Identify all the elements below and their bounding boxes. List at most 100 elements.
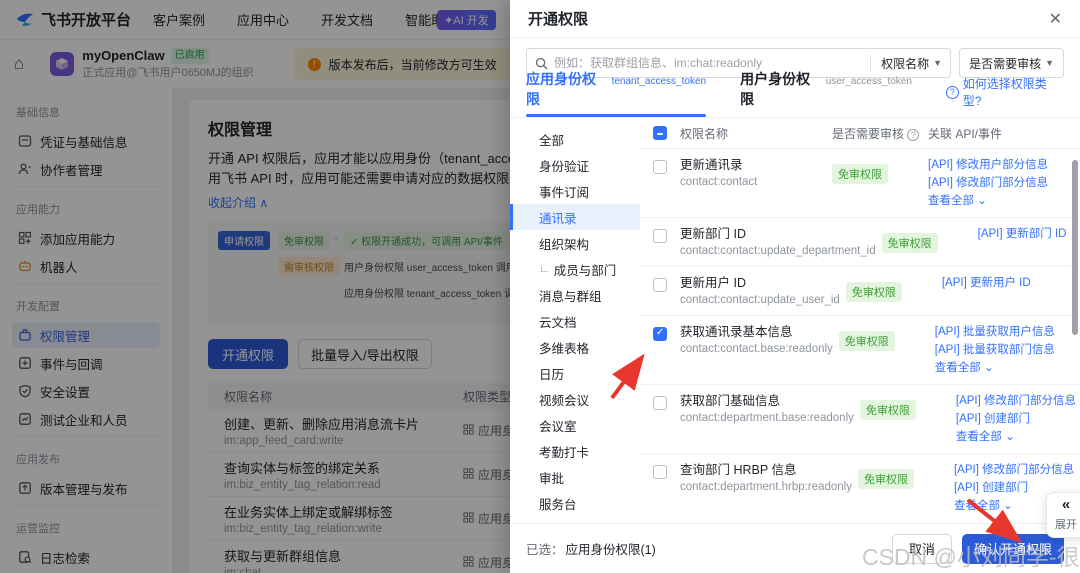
row-checkbox[interactable] — [653, 229, 667, 243]
expand-label: 展开 — [1055, 519, 1077, 531]
api-link[interactable]: [API] 更新部门 ID — [978, 225, 1080, 243]
permission-row: 更新部门 ID contact:contact:update_department… — [640, 217, 1080, 266]
review-cell: 免审权限 — [859, 392, 956, 446]
open-permission-modal: 开通权限 ✕ 权限名称 ▼ 是否需要审核 ▼ 应用身份权限tenant — [510, 0, 1080, 573]
category-label: 事件订阅 — [539, 185, 590, 200]
permission-row: 查询部门 HRBP 信息 contact:department.hrbp:read… — [640, 453, 1080, 522]
api-link[interactable]: [API] 更新用户 ID — [942, 274, 1080, 292]
api-link[interactable]: [API] 批量获取用户信息 — [935, 323, 1080, 341]
row-checkbox[interactable] — [653, 278, 667, 292]
expand-panel-widget[interactable]: « 展开 — [1046, 492, 1080, 538]
category-item-云文档[interactable]: 云文档 — [510, 308, 640, 334]
close-icon[interactable]: ✕ — [1049, 9, 1062, 29]
help-link-label: 如何选择权限类型? — [962, 77, 1047, 108]
api-link[interactable]: [API] 创建部门 — [956, 410, 1080, 428]
api-link[interactable]: [API] 修改部门部分信息 — [928, 174, 1080, 192]
category-label: 成员与部门 — [553, 263, 617, 278]
scrollbar-thumb[interactable] — [1072, 160, 1078, 335]
checkbox-cell — [640, 156, 680, 210]
selected-label: 已选： — [526, 543, 564, 557]
info-icon[interactable]: ? — [907, 128, 920, 141]
review-badge: 免审权限 — [845, 282, 902, 302]
confirm-open-button[interactable]: 确认开通权限 — [961, 533, 1064, 564]
help-link[interactable]: ? 如何选择权限类型? — [945, 75, 1064, 117]
category-item-成员与部门[interactable]: ∟ 成员与部门 — [510, 256, 640, 282]
checkbox-cell — [640, 323, 680, 377]
category-item-视频会议[interactable]: 视频会议 — [510, 386, 640, 412]
category-label: 多维表格 — [539, 341, 590, 356]
permission-name-cell: 查询部门 HRBP 信息 contact:department.hrbp:read… — [680, 461, 858, 515]
tab-token: user_access_token — [825, 76, 912, 87]
review-filter-dropdown[interactable]: 是否需要审核 ▼ — [959, 48, 1064, 78]
modal-tabs: 应用身份权限 tenant_access_token 用户身份权限 user_acce… — [510, 71, 1080, 118]
api-link[interactable]: [API] 修改部门部分信息 — [956, 392, 1080, 410]
checkbox-cell — [640, 225, 680, 259]
permission-name-cell: 更新部门 ID contact:contact:update_department… — [680, 225, 882, 259]
question-circle-icon: ? — [945, 85, 959, 99]
tab-token: tenant_access_token — [611, 76, 707, 87]
review-cell: 免审权限 — [845, 274, 942, 308]
row-checkbox[interactable] — [653, 160, 667, 174]
permission-name: 更新用户 ID — [680, 276, 746, 290]
sub-branch-mark: ∟ — [539, 263, 550, 275]
category-label: 考勤打卡 — [539, 445, 590, 460]
review-cell: 免审权限 — [881, 225, 978, 259]
category-item-消息与群组[interactable]: 消息与群组 — [510, 282, 640, 308]
api-link[interactable]: [API] 修改部门部分信息 — [954, 461, 1080, 479]
category-item-身份验证[interactable]: 身份验证 — [510, 152, 640, 178]
permission-name: 获取部门基础信息 — [680, 394, 781, 408]
category-item-审批[interactable]: 审批 — [510, 464, 640, 490]
tab-label: 应用身份权限 — [526, 71, 596, 107]
permission-name-cell: 获取通讯录基本信息 contact:contact.base:readonly — [680, 323, 839, 377]
double-chevron-left-icon: « — [1061, 496, 1071, 513]
view-all-link[interactable]: 查看全部 ⌄ — [935, 359, 1080, 377]
permission-name-cell: 更新用户 ID contact:contact:update_user_id — [680, 274, 846, 308]
category-item-组织架构[interactable]: 组织架构 — [510, 230, 640, 256]
permission-row: 获取通讯录基本信息 contact:contact.base:readonly 免审… — [640, 315, 1080, 384]
row-checkbox[interactable] — [653, 327, 667, 341]
review-cell: 免审权限 — [857, 461, 954, 515]
select-all-checkbox[interactable] — [653, 126, 667, 140]
modal-body: 全部 身份验证 事件订阅 通讯录 组织架构 ∟ 成员与部门 消息与群组 云文档 多维表格 日历 视频会… — [510, 118, 1080, 529]
review-badge: 免审权限 — [832, 164, 888, 184]
column-api-events: 关联 API/事件 — [928, 125, 1080, 142]
permission-name: 更新部门 ID — [680, 227, 746, 241]
column-permission-name-label: 权限名称 — [680, 126, 729, 141]
search-input[interactable] — [554, 56, 865, 70]
checkbox-cell — [640, 274, 680, 308]
review-badge: 免审权限 — [881, 233, 938, 253]
column-review-label: 是否需要审核 — [832, 126, 905, 141]
category-item-全部[interactable]: 全部 — [510, 126, 640, 152]
category-item-多维表格[interactable]: 多维表格 — [510, 334, 640, 360]
modal-header: 开通权限 ✕ — [510, 0, 1080, 38]
row-checkbox[interactable] — [653, 465, 667, 479]
modal-scrollbar[interactable] — [1072, 152, 1078, 525]
category-item-日历[interactable]: 日历 — [510, 360, 640, 386]
view-all-link[interactable]: 查看全部 ⌄ — [956, 428, 1080, 446]
category-item-事件订阅[interactable]: 事件订阅 — [510, 178, 640, 204]
category-item-会议室[interactable]: 会议室 — [510, 412, 640, 438]
api-link[interactable]: [API] 修改用户部分信息 — [928, 156, 1080, 174]
api-links-cell: [API] 更新部门 ID — [978, 225, 1080, 259]
api-links-cell: [API] 修改用户部分信息 [API] 修改部门部分信息 查看全部 ⌄ — [928, 156, 1080, 210]
column-review: 是否需要审核 ? — [832, 125, 928, 142]
chevron-down-icon: ▼ — [1045, 58, 1054, 68]
category-item-考勤打卡[interactable]: 考勤打卡 — [510, 438, 640, 464]
row-checkbox[interactable] — [653, 396, 667, 410]
page: 飞书开放平台 客户案例 应用中心 开发文档 智能助手 ✦AI 开发 ⌂ myOpenC… — [0, 0, 1080, 573]
cancel-button[interactable]: 取消 — [891, 533, 952, 564]
category-item-服务台[interactable]: 服务台 — [510, 490, 640, 516]
review-badge: 免审权限 — [859, 400, 916, 420]
permission-row: 更新通讯录 contact:contact 免审权限 [API] 修改用户部分信息 [A… — [640, 148, 1080, 217]
tab-label: 用户身份权限 — [740, 71, 811, 107]
api-link[interactable]: [API] 批量获取部门信息 — [935, 341, 1080, 359]
category-label: 通讯录 — [539, 211, 577, 226]
tab-tenant_access_token[interactable]: 应用身份权限 tenant_access_token — [526, 69, 707, 117]
permission-name: 查询部门 HRBP 信息 — [680, 463, 797, 477]
selected-value: 应用身份权限(1) — [565, 543, 656, 557]
tab-user_access_token[interactable]: 用户身份权限 user_access_token — [740, 69, 912, 117]
permission-row: 更新用户 ID contact:contact:update_user_id 免审权… — [640, 266, 1080, 315]
view-all-link[interactable]: 查看全部 ⌄ — [928, 192, 1080, 210]
review-badge: 免审权限 — [838, 331, 895, 351]
category-item-通讯录[interactable]: 通讯录 — [510, 204, 640, 230]
